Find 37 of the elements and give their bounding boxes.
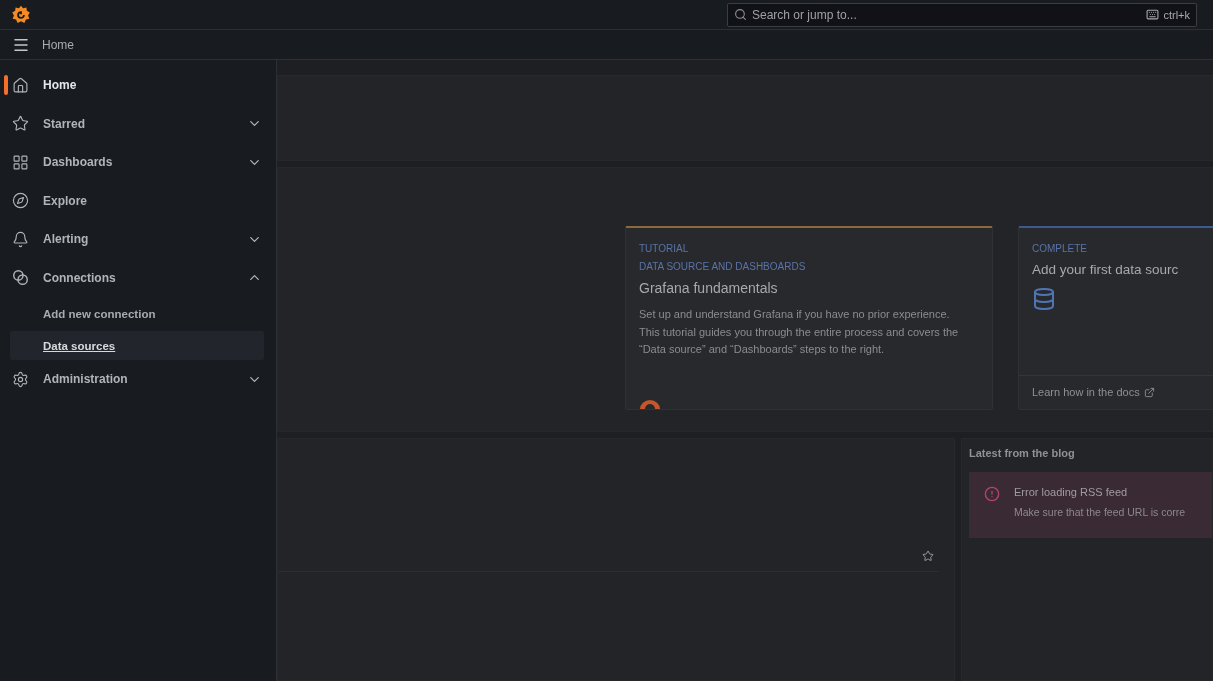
card-tag: TUTORIAL <box>639 240 979 258</box>
card-title: Add your first data sourc <box>1032 262 1180 277</box>
nav-item[interactable]: Home <box>0 66 276 105</box>
card-title: Grafana fundamentals <box>639 280 779 296</box>
home-icon <box>12 76 29 94</box>
search-icon <box>734 8 747 21</box>
star-icon[interactable] <box>922 550 934 562</box>
shortcut-hint: ctrl+k <box>1163 8 1190 21</box>
search-field[interactable]: Search or jump to... ctrl+k <box>727 2 1197 27</box>
docs-link[interactable]: Learn how in the docs <box>1032 386 1213 398</box>
card-text: Set up and understand Grafana if you have no prior experience. This tutorial guides you through the entire process and covers the “Data source” and “Dashboards” steps to the right. <box>639 307 960 357</box>
keyboard-icon <box>1146 8 1160 21</box>
nav-item[interactable]: Administration <box>0 360 276 399</box>
bell-icon <box>12 230 29 248</box>
alert-icon <box>984 486 1000 502</box>
alert-title: Error loading RSS feed <box>1014 486 1129 498</box>
alert-text: Make sure that the feed URL is corre <box>1014 506 1186 518</box>
grid-icon <box>12 153 29 171</box>
nav-item[interactable]: Explore <box>0 181 276 220</box>
card-tag: COMPLETE <box>1032 240 1213 258</box>
connections-icon <box>12 269 29 287</box>
breadcrumb[interactable]: Home <box>42 37 74 52</box>
settings-icon <box>12 370 29 388</box>
nav-item[interactable]: Dashboards <box>0 143 276 182</box>
search-placeholder: Search or jump to... <box>752 7 858 22</box>
compass-icon <box>12 192 29 210</box>
nav-item[interactable]: Starred <box>0 104 276 143</box>
nav-subitem[interactable]: Add new connection <box>10 297 264 331</box>
active-indicator <box>4 75 8 95</box>
nav-item[interactable]: Connections <box>0 258 276 297</box>
star-icon <box>12 115 29 133</box>
nav-subitem[interactable]: Data sources <box>10 331 264 360</box>
panel-title: Latest from the blog <box>969 447 1076 459</box>
database-icon <box>1032 287 1056 311</box>
nav-item[interactable]: Alerting <box>0 220 276 259</box>
card-tag: DATA SOURCE AND DASHBOARDS <box>639 258 979 276</box>
external-link-icon <box>1143 386 1155 398</box>
